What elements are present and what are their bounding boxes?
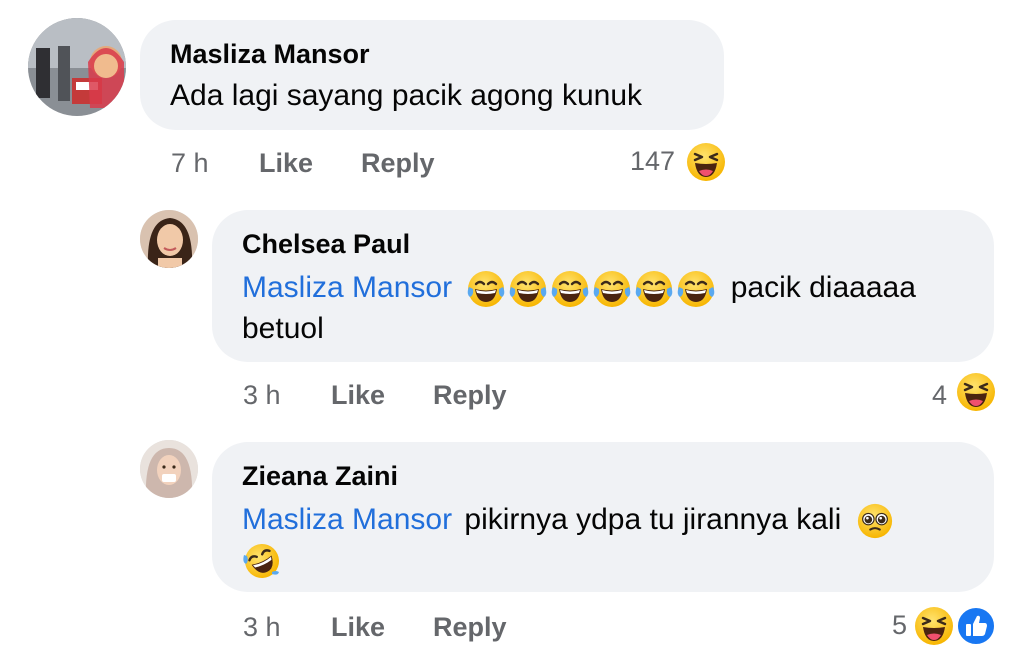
reaction-count[interactable]: 4	[932, 380, 947, 411]
comment-text: Masliza Mansor pikirnya ydpa tu jirannya…	[242, 500, 994, 540]
laughing-squint-face-icon	[686, 142, 726, 182]
comment-author[interactable]: Zieana Zaini	[242, 460, 994, 492]
comment-time[interactable]: 7 h	[171, 148, 209, 179]
tears-of-joy-icon	[634, 269, 674, 309]
comment-text: Ada lagi sayang pacik agong kunuk	[170, 79, 643, 112]
comment-text-line2	[242, 540, 994, 581]
comment-text: Masliza Mansor pacik diaaaaa	[242, 268, 994, 309]
mention-link[interactable]: Masliza Mansor	[242, 503, 452, 536]
reply-button[interactable]: Reply	[361, 148, 435, 179]
reply-button[interactable]: Reply	[433, 612, 507, 643]
tears-of-joy-icon	[466, 269, 506, 309]
comment-text-part: pikirnya ydpa tu jirannya kali	[464, 503, 842, 536]
reaction-count[interactable]: 147	[630, 146, 675, 177]
rolling-laughing-icon	[242, 541, 282, 581]
comment-author[interactable]: Chelsea Paul	[242, 228, 994, 260]
pleading-face-icon	[856, 502, 894, 540]
reaction-count[interactable]: 5	[892, 610, 907, 641]
like-button[interactable]: Like	[331, 612, 385, 643]
comment-text-part: pacik diaaaaa	[730, 271, 916, 304]
tears-of-joy-icon	[592, 269, 632, 309]
tears-of-joy-icon	[550, 269, 590, 309]
comment-author[interactable]: Masliza Mansor	[170, 38, 724, 70]
comment-bubble: Chelsea Paul Masliza Mansor pacik diaaaa…	[212, 210, 994, 362]
mention-link[interactable]: Masliza Mansor	[242, 271, 452, 304]
avatar-masliza[interactable]	[28, 18, 126, 116]
avatar-zieana[interactable]	[140, 440, 198, 498]
comment-time[interactable]: 3 h	[243, 612, 281, 643]
comment-bubble: Zieana Zaini Masliza Mansor pikirnya ydp…	[212, 442, 994, 592]
like-button[interactable]: Like	[259, 148, 313, 179]
comment-time[interactable]: 3 h	[243, 380, 281, 411]
laughing-squint-face-icon	[914, 606, 954, 646]
like-thumb-icon	[956, 606, 996, 646]
reply-button[interactable]: Reply	[433, 380, 507, 411]
laughing-squint-face-icon	[956, 372, 996, 412]
tears-of-joy-icon	[676, 269, 716, 309]
comment-text-line2: betuol	[242, 312, 324, 346]
tears-of-joy-icon	[508, 269, 548, 309]
avatar-chelsea[interactable]	[140, 210, 198, 268]
comment-bubble: Masliza Mansor Ada lagi sayang pacik ago…	[140, 20, 724, 130]
like-button[interactable]: Like	[331, 380, 385, 411]
